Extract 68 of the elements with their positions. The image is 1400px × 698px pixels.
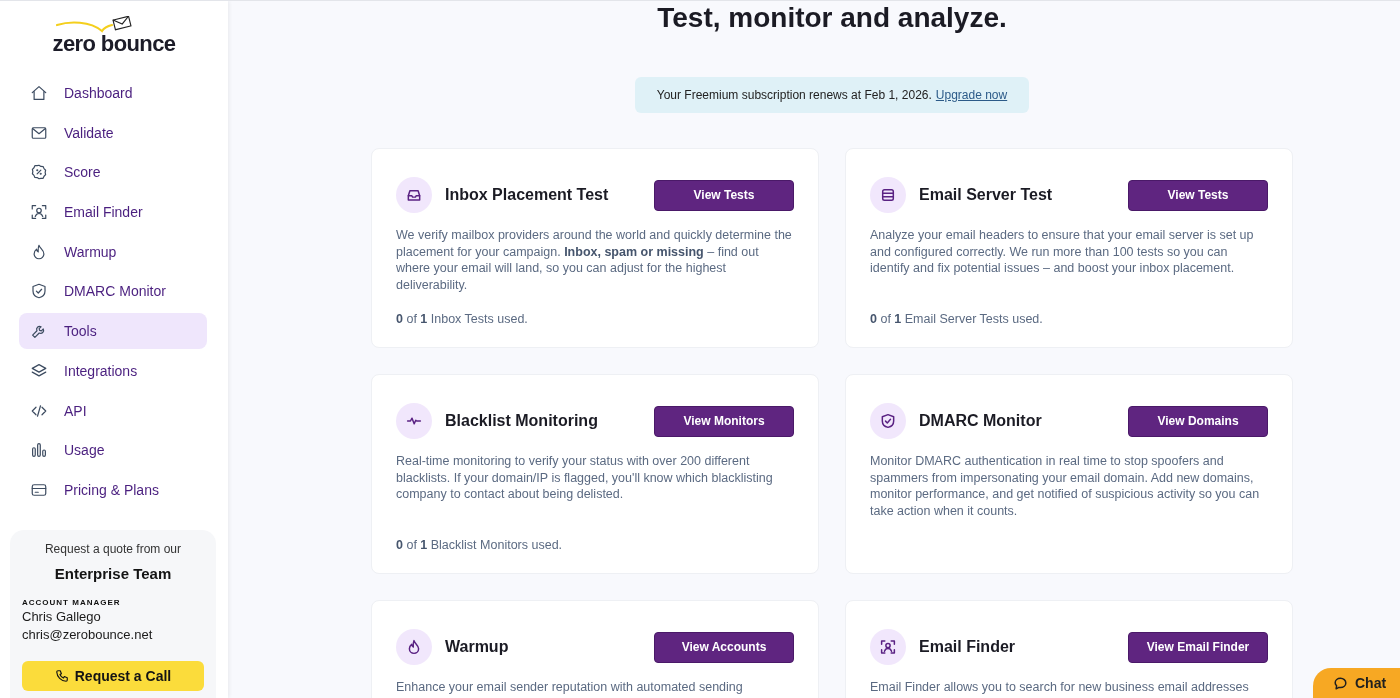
quote-intro-text: Request a quote from our (44, 541, 182, 556)
shield-check-icon (30, 282, 48, 301)
card-description: Email Finder allows you to search for new business email addresses (870, 679, 1250, 696)
pulse-icon (396, 403, 432, 439)
nav-label: Email Finder (64, 204, 143, 221)
card-action-button[interactable]: View Email Finder (1128, 631, 1268, 663)
sidebar-nav-item[interactable]: Warmup (19, 233, 207, 270)
manager-email: chris@zerobounce.net (22, 625, 153, 644)
inbox-tray-icon (396, 177, 432, 213)
usage-count: 0 of 1 Email Server Tests used. (870, 311, 1044, 327)
nav-label: Integrations (64, 362, 138, 379)
nav-label: API (64, 402, 87, 419)
phone-icon (54, 668, 69, 683)
card-action-button[interactable]: View Domains (1128, 405, 1268, 437)
sidebar-nav-item[interactable]: Tools (19, 313, 207, 350)
flame-icon (396, 629, 432, 665)
account-manager-label: ACCOUNT MANAGER (22, 597, 121, 608)
page-title: Test, monitor and analyze. (657, 1, 1007, 35)
card-action-button[interactable]: View Accounts (654, 631, 794, 663)
person-frame-icon (30, 203, 48, 222)
nav-label: Warmup (64, 243, 117, 260)
usage-count: 0 of 1 Inbox Tests used. (396, 311, 529, 327)
card-description: Monitor DMARC authentication in real time to stop spoofers and spammers from impersonating your email domain. Add new domains, monitor performance, and get notified of suspicious activity so you can take action when it counts. (870, 453, 1261, 519)
card-description: We verify mailbox providers around the world and quickly determine the placement for your campaign. Inbox, spam or missing – find out where your email will land, so you can adjust for the highest deliverability. (396, 227, 793, 293)
list-icon (870, 177, 906, 213)
enterprise-team-heading: Enterprise Team (54, 564, 172, 583)
sidebar-nav-item[interactable]: API (19, 392, 207, 429)
nav-label: Tools (64, 323, 97, 340)
nav-label: DMARC Monitor (64, 283, 166, 300)
card-description: Real-time monitoring to verify your status with over 200 different blacklists. If your domain/IP is flagged, you'll know which blacklisting company to contact about being delisted. (396, 453, 774, 503)
nav-label: Pricing & Plans (64, 481, 159, 498)
card-title: DMARC Monitor (919, 412, 1043, 430)
logo-text: zero bounce (52, 33, 176, 55)
request-call-button[interactable]: Request a Call (22, 660, 204, 691)
nav-label: Dashboard (64, 85, 133, 101)
bar-chart-icon (30, 441, 48, 460)
card-description: Enhance your email sender reputation with automated sending (396, 679, 744, 696)
card-action-button[interactable]: View Tests (654, 179, 794, 211)
card-title: Email Server Test (919, 186, 1054, 204)
logo-swoosh-envelope-icon (56, 16, 132, 33)
manager-name: Chris Gallego (22, 607, 101, 626)
card-action-button[interactable]: View Monitors (654, 405, 794, 437)
card-title: Email Finder (919, 638, 1017, 656)
card-title: Warmup (445, 638, 510, 656)
sidebar-nav-item[interactable]: Integrations (19, 352, 207, 389)
card-title: Blacklist Monitoring (445, 412, 599, 430)
speech-bubble-icon (1333, 675, 1348, 691)
shield-check-icon (870, 403, 906, 439)
sidebar-nav-item[interactable]: Pricing & Plans (19, 471, 207, 508)
sidebar-nav-item[interactable]: Validate (19, 114, 207, 151)
usage-count: 0 of 1 Blacklist Monitors used. (396, 537, 564, 553)
card-action-button[interactable]: View Tests (1128, 179, 1268, 211)
sidebar-nav-item[interactable]: Usage (19, 432, 207, 469)
person-frame-icon (870, 629, 906, 665)
sidebar-nav-item[interactable]: Score (19, 154, 207, 191)
nav-label: Score (64, 164, 101, 181)
nav-label: Validate (64, 124, 114, 141)
card-description: Analyze your email headers to ensure that your email server is set up and configured correctly. We run more than 100 tests so you can identify and fix potential issues – and boost your inbox placement. (870, 227, 1255, 277)
home-icon (30, 84, 48, 102)
sidebar-nav-item[interactable]: DMARC Monitor (19, 273, 207, 310)
percent-badge-icon (30, 163, 48, 182)
chat-button[interactable]: Chat (1313, 668, 1400, 698)
banner-text: Your Freemium subscription renews at Feb 1, 2026. (656, 88, 932, 102)
upgrade-link[interactable]: Upgrade now (935, 88, 1008, 102)
sidebar-nav-item[interactable]: Dashboard (19, 75, 207, 111)
card-title: Inbox Placement Test (445, 186, 610, 204)
sidebar-nav-item[interactable]: Email Finder (19, 194, 207, 231)
nav-label: Usage (64, 442, 105, 459)
